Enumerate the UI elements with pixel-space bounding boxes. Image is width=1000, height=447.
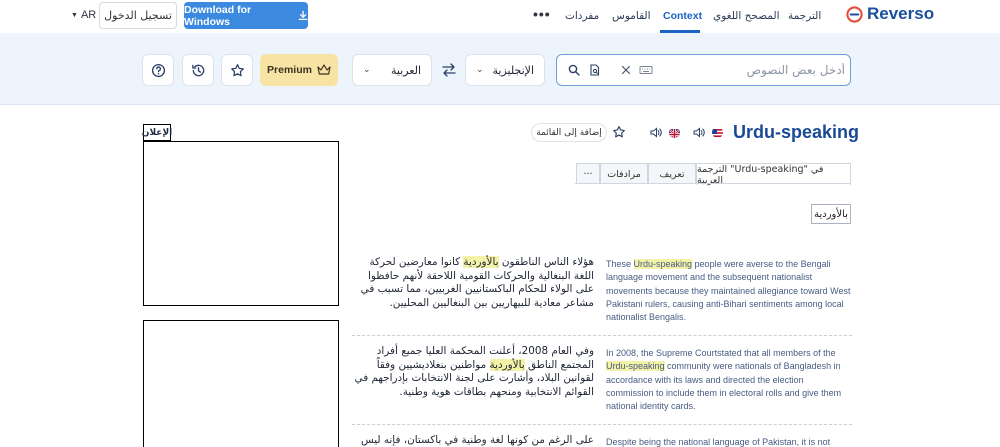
ui-language-selector[interactable]: ▼ AR [71,9,96,21]
add-favorite-star-icon[interactable] [612,125,626,139]
uk-flag-icon [669,127,680,138]
example-en-2: In 2008, the Supreme Courtstated that al… [606,348,842,412]
clear-icon[interactable] [620,64,632,76]
more-menu-icon[interactable]: ••• [533,6,551,22]
target-language-select[interactable]: ⌄ العربية [352,54,432,86]
source-language-label: الإنجليزية [492,63,534,77]
tab-definition[interactable]: تعريف [648,163,696,184]
nav-translation[interactable]: الترجمة [788,10,821,22]
download-windows-button[interactable]: Download for Windows [184,2,308,29]
help-button[interactable] [142,54,174,86]
history-button[interactable] [182,54,214,86]
login-button[interactable]: تسجيل الدخول [99,2,177,29]
source-language-select[interactable]: ⌄ الإنجليزية [465,54,545,86]
entry-title: Urdu-speaking [733,122,860,142]
speaker-us-icon[interactable] [693,127,705,138]
brand-name: Reverso [867,4,935,23]
translation-chip[interactable]: بالأوردية [811,204,851,224]
nav-vocabulary[interactable]: مفردات [565,10,599,22]
row-separator [352,335,852,336]
download-label: Download for Windows [184,3,252,28]
add-to-list-button[interactable]: إضافة إلى القائمة [531,123,607,142]
crown-icon [317,64,331,75]
tabs-baseline [575,183,851,184]
download-icon [298,10,308,20]
premium-button[interactable]: Premium [260,54,338,86]
example-ar-3: على الرغم من كونها لغة وطنية في باكستان،… [360,434,594,446]
star-icon [230,63,244,76]
history-icon [191,64,204,76]
example-en-3: Despite being the national language of P… [606,437,831,447]
us-flag-icon [712,127,723,138]
chevron-down-icon: ⌄ [476,65,484,75]
search-box [556,54,851,86]
document-search-icon[interactable] [589,64,601,76]
ad-label: الإعلان [142,124,172,141]
row-separator [352,424,852,425]
reverso-logo[interactable]: Reverso [846,4,934,24]
nav-context[interactable]: Context [663,10,702,22]
example-en-1: These Urdu-speaking people were averse t… [606,259,851,323]
nav-dictionary[interactable]: القاموس [612,10,651,22]
tab-more[interactable]: ··· [576,163,600,184]
favorites-button[interactable] [221,54,253,86]
caret-down-icon: ▼ [71,11,78,19]
ui-language-label: AR [80,9,97,21]
target-language-label: العربية [390,63,421,77]
top-nav: ▼ AR تسجيل الدخول Download for Windows •… [0,0,1000,33]
highlight-term: بالأوردية [463,256,499,268]
highlight-term: بالأوردية [489,358,525,371]
tab-translation[interactable]: الترجمة "Urdu-speaking" في العربية [696,163,851,186]
nav-grammar-checker[interactable]: المصحح اللغوي [713,10,780,22]
highlight-term: Urdu-speaking [606,361,665,372]
search-icon[interactable] [568,64,580,76]
search-band: Premium ⌄ العربية ⌄ الإنجليزية [0,33,1000,105]
ad-slot-bottom[interactable] [143,320,339,447]
reverso-logo-icon [846,5,863,23]
help-icon [151,63,165,77]
example-ar-1: هؤلاء الناس الناطقون بالأوردية كانوا معا… [360,256,594,309]
search-input[interactable] [657,59,845,81]
highlight-term: Urdu-speaking [633,259,693,269]
speaker-uk-icon[interactable] [650,127,662,138]
premium-label: Premium [267,64,312,76]
tab-synonyms[interactable]: مرادفات [600,163,648,184]
example-ar-2: وفي العام 2008، أعلنت المحكمة العليا جمي… [354,345,594,398]
ad-slot-top[interactable] [143,141,339,306]
chevron-down-icon: ⌄ [363,65,371,75]
keyboard-icon[interactable] [639,64,653,76]
swap-languages-icon[interactable] [441,63,457,77]
